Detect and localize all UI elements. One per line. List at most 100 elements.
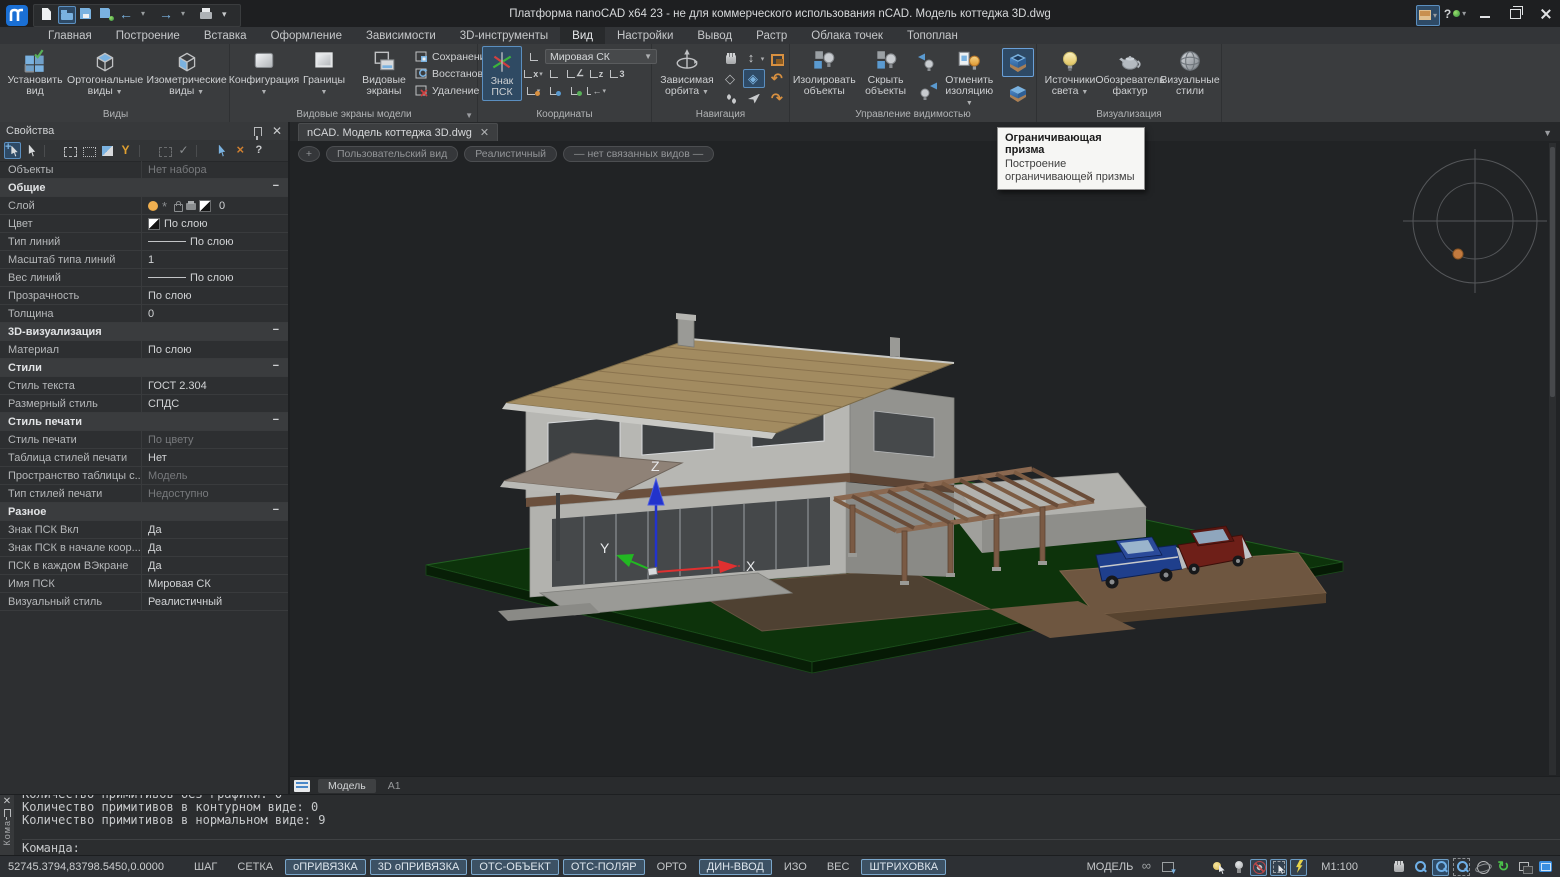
prism-solid-button[interactable] [1002, 79, 1034, 108]
property-row[interactable]: Знак ПСК Вкл Да − [0, 521, 288, 539]
ucs-tool-button[interactable]: ▾ [545, 83, 564, 98]
qat-button[interactable] [198, 6, 216, 24]
model-space-button[interactable]: МОДЕЛЬ [1087, 861, 1134, 873]
collapse-icon[interactable]: − [273, 180, 279, 192]
nav-tool-button[interactable]: ▾ [743, 49, 765, 68]
ucs-tool-button[interactable]: z▾ [587, 66, 606, 81]
property-row[interactable]: Пространство таблицы с... Модель − [0, 467, 288, 485]
properties-tool-button[interactable] [137, 142, 154, 159]
status-toggle-button[interactable]: ОРТО [649, 859, 695, 875]
viewport-control-pill[interactable]: + [298, 146, 320, 162]
property-row[interactable]: Стили − [0, 359, 288, 377]
bounding-prism-button[interactable] [1002, 48, 1034, 77]
status-toggle-button[interactable]: СЕТКА [229, 859, 281, 875]
doc-tabs-overflow-icon[interactable]: ▼ [1543, 128, 1552, 138]
light-sources-button[interactable]: Источники света ▼ [1041, 46, 1099, 100]
ribbon-tab[interactable]: Топоплан [895, 27, 970, 44]
properties-tool-button[interactable] [23, 142, 40, 159]
status-icon-button[interactable] [1495, 859, 1512, 876]
property-row[interactable]: Объекты Нет набора − [0, 161, 288, 179]
viewport-control-pill[interactable]: Пользовательский вид [326, 146, 458, 162]
dependent-orbit-button[interactable]: Зависимая орбита ▼ [656, 46, 718, 100]
properties-tool-button[interactable] [251, 142, 268, 159]
property-row[interactable]: Таблица стилей печати Нет − [0, 449, 288, 467]
status-toggle-button[interactable]: ШАГ [186, 859, 225, 875]
status-toggle-button[interactable]: оПРИВЯЗКА [285, 859, 366, 875]
status-icon-button[interactable] [1432, 859, 1449, 876]
minimize-button[interactable] [1470, 0, 1500, 27]
property-row[interactable]: Визуальный стиль Реалистичный − [0, 593, 288, 611]
status-icon-button[interactable] [1159, 859, 1176, 876]
property-row[interactable]: Разное − [0, 503, 288, 521]
qat-button[interactable] [78, 6, 96, 24]
qat-button[interactable] [158, 6, 176, 24]
status-toggle-button[interactable]: ШТРИХОВКА [861, 859, 946, 875]
status-toggle-button[interactable]: 3D оПРИВЯЗКА [370, 859, 468, 875]
status-icon-button[interactable] [1453, 859, 1470, 876]
hide-objects-button[interactable]: Скрыть объекты [857, 46, 915, 99]
property-row[interactable]: Цвет По слою − [0, 215, 288, 233]
status-icon-button[interactable] [1230, 859, 1247, 876]
status-icon-button[interactable] [1139, 859, 1156, 876]
property-row[interactable]: Стиль текста ГОСТ 2.304 − [0, 377, 288, 395]
ribbon-tab[interactable]: Построение [104, 27, 192, 44]
property-row[interactable]: Знак ПСК в начале коор... Да − [0, 539, 288, 557]
properties-tool-button[interactable] [156, 142, 173, 159]
command-close-icon[interactable]: ✕ [3, 797, 11, 806]
ucs-tool-button[interactable]: ∠▾ [566, 66, 585, 81]
viewport[interactable]: Z X Y [290, 141, 1560, 776]
nav-tool-button[interactable]: ▾ [720, 49, 742, 68]
collapse-icon[interactable]: − [273, 324, 279, 336]
status-toggle-button[interactable]: ДИН-ВВОД [699, 859, 772, 875]
properties-tool-button[interactable] [42, 142, 59, 159]
vp-config-button[interactable]: Конфигурация▼ [235, 46, 293, 100]
scale-indicator[interactable]: М1:100 [1321, 861, 1358, 873]
ribbon-tab[interactable]: 3D-инструменты [448, 27, 560, 44]
layout-menu-icon[interactable] [294, 780, 310, 792]
ucs-small-button[interactable] [524, 49, 543, 64]
ribbon-tab[interactable]: Растр [744, 27, 799, 44]
nav-tool-button[interactable]: ▾ [743, 69, 765, 88]
nanocad-logo-icon[interactable] [6, 5, 30, 26]
status-toggle-button[interactable]: ОТС-ОБЪЕКТ [471, 859, 558, 875]
status-icon-button[interactable] [1250, 859, 1267, 876]
unisolate-button[interactable]: Отменить изоляцию ▼ [939, 46, 1000, 111]
status-toggle-button[interactable]: ОТС-ПОЛЯР [563, 859, 645, 875]
vp-screens-button[interactable]: Видовые экраны [355, 46, 413, 99]
property-row[interactable]: 3D-визуализация − [0, 323, 288, 341]
property-row[interactable]: Стиль печати По цвету − [0, 431, 288, 449]
property-row[interactable]: Толщина 0 − [0, 305, 288, 323]
visual-styles-button[interactable]: Визуальные стили [1161, 46, 1219, 99]
set-view-button[interactable]: Установить вид [6, 46, 64, 99]
isolate-objects-button[interactable]: Изолировать объекты [794, 46, 855, 99]
status-icon-button[interactable] [1537, 859, 1554, 876]
properties-tool-button[interactable] [99, 142, 116, 159]
viewport-scrollbar[interactable] [1549, 143, 1556, 775]
panel-close-icon[interactable]: ✕ [272, 126, 282, 136]
status-toggle-button[interactable]: ВЕС [819, 859, 858, 875]
qat-button[interactable] [98, 6, 116, 24]
vp-borders-button[interactable]: Границы▼ [295, 46, 353, 100]
collapse-icon[interactable]: − [273, 504, 279, 516]
qat-button[interactable] [58, 6, 76, 24]
document-tab[interactable]: nCAD. Модель коттеджа 3D.dwg ✕ [298, 123, 498, 141]
ucs-tool-button[interactable]: 3▾ [608, 66, 627, 81]
viewport-control-pill[interactable]: Реалистичный [464, 146, 557, 162]
properties-tool-button[interactable] [118, 142, 135, 159]
unhide-by-select-button[interactable] [917, 52, 937, 75]
3d-scene[interactable]: Z X Y [290, 141, 1558, 776]
qat-button[interactable] [38, 6, 56, 24]
collapse-icon[interactable]: − [273, 414, 279, 426]
ucs-sign-button[interactable]: Знак ПСК [482, 46, 522, 101]
ribbon-tab[interactable]: Главная [36, 27, 104, 44]
help-button[interactable]: ▾ [1440, 0, 1470, 27]
collapse-icon[interactable]: − [273, 360, 279, 372]
property-row[interactable]: Материал По слою − [0, 341, 288, 359]
property-row[interactable]: Масштаб типа линий 1 − [0, 251, 288, 269]
properties-tool-button[interactable] [61, 142, 78, 159]
ucs-tool-button[interactable]: ▾ [524, 83, 543, 98]
hide-rest-button[interactable] [917, 81, 937, 104]
property-row[interactable]: ПСК в каждом ВЭкране Да − [0, 557, 288, 575]
property-row[interactable]: Прозрачность По слою − [0, 287, 288, 305]
properties-tool-button[interactable] [194, 142, 211, 159]
